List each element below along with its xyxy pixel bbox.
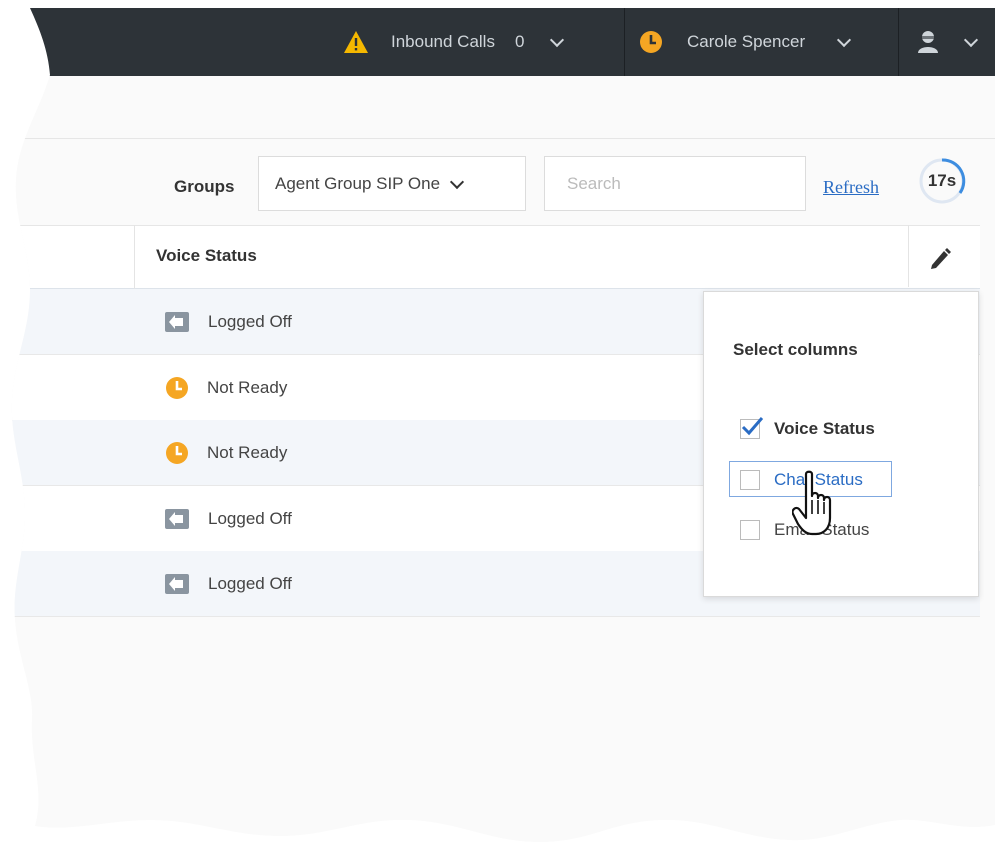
- status-text: Not Ready: [207, 442, 288, 462]
- checkmark-icon: [740, 415, 764, 439]
- inbound-calls-count: 0: [514, 32, 525, 51]
- groups-selected-value: Agent Group SIP One: [275, 173, 441, 193]
- inbound-calls-menu[interactable]: Inbound Calls 0: [343, 8, 562, 76]
- voice-status-option[interactable]: Voice Status: [740, 419, 875, 439]
- hand-pointer-cursor-icon: [792, 470, 840, 540]
- edit-columns-button[interactable]: [924, 243, 954, 273]
- voice-status-header[interactable]: Voice Status: [156, 246, 257, 266]
- not-ready-icon: [166, 442, 188, 464]
- warning-icon: [343, 30, 369, 54]
- not-ready-icon: [166, 377, 188, 399]
- email-status-checkbox[interactable]: [740, 520, 760, 540]
- sub-header: [0, 76, 995, 139]
- divider: [624, 8, 625, 76]
- column-divider: [908, 225, 909, 287]
- chevron-down-icon: [837, 33, 851, 47]
- refresh-link[interactable]: Refresh: [823, 177, 879, 198]
- groups-label: Groups: [174, 177, 235, 196]
- app-window: Inbound Calls 0 Carole Spencer Groups Ag…: [0, 0, 995, 848]
- status-text: Logged Off: [208, 508, 292, 528]
- status-text: Logged Off: [208, 573, 292, 593]
- status-cell: Not Ready: [165, 420, 287, 485]
- timer-value: 17s: [927, 171, 957, 190]
- chevron-down-icon: [450, 174, 464, 188]
- user-profile-menu[interactable]: [916, 8, 976, 76]
- logged-off-icon: [165, 312, 189, 332]
- select-columns-popup: Select columns Voice Status Chat Status …: [703, 291, 979, 597]
- popup-title: Select columns: [733, 340, 858, 359]
- logged-off-icon: [165, 574, 189, 594]
- divider: [898, 8, 899, 76]
- status-cell: Logged Off: [165, 289, 292, 354]
- refresh-timer: 17s: [918, 157, 966, 205]
- inbound-calls-label: Inbound Calls: [391, 32, 495, 51]
- status-cell: Logged Off: [165, 486, 292, 551]
- option-label: Voice Status: [774, 419, 875, 438]
- search-input[interactable]: [544, 156, 806, 211]
- agent-status-menu[interactable]: Carole Spencer: [640, 8, 849, 76]
- table-header: [0, 225, 980, 290]
- chevron-down-icon: [550, 33, 564, 47]
- not-ready-clock-icon: [640, 31, 662, 53]
- status-text: Logged Off: [208, 311, 292, 331]
- status-cell: Logged Off: [165, 551, 292, 616]
- user-avatar-icon: [916, 29, 940, 55]
- voice-status-checkbox[interactable]: [740, 419, 760, 439]
- top-navigation-bar: Inbound Calls 0 Carole Spencer: [0, 8, 995, 76]
- pencil-icon: [924, 243, 954, 273]
- status-cell: Not Ready: [165, 355, 287, 420]
- logged-off-icon: [165, 509, 189, 529]
- agent-name: Carole Spencer: [687, 32, 806, 51]
- status-text: Not Ready: [207, 377, 288, 397]
- chevron-down-icon: [964, 33, 978, 47]
- groups-dropdown[interactable]: Agent Group SIP One: [258, 156, 526, 211]
